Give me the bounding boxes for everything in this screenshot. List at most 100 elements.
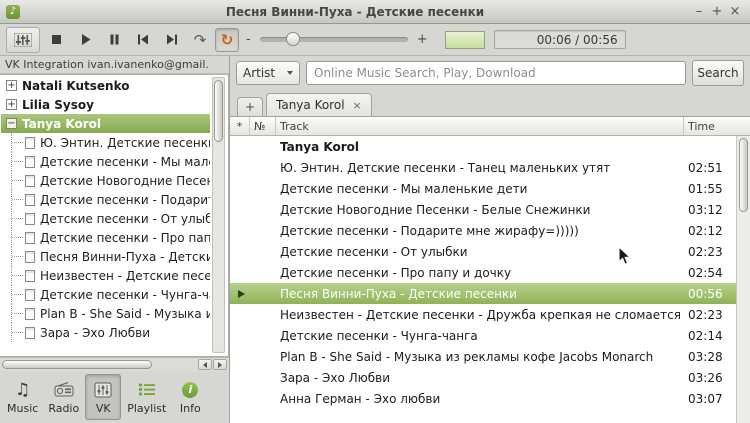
- column-header-number[interactable]: №: [250, 117, 276, 135]
- table-row[interactable]: Анна Герман - Эхо любви03:07: [230, 388, 736, 409]
- info-icon: i: [182, 382, 198, 398]
- previous-icon: [136, 33, 150, 46]
- collapse-icon[interactable]: −: [6, 118, 17, 129]
- source-button-info[interactable]: iInfo: [172, 374, 208, 420]
- track-title-cell: Детские песенки - От улыбки: [276, 245, 684, 259]
- source-button-music[interactable]: ♫Music: [3, 374, 42, 420]
- track-title-cell: Зара - Эхо Любви: [276, 371, 684, 385]
- table-row[interactable]: Детские Новогодние Песенки - Белые Снежи…: [230, 199, 736, 220]
- volume-slider[interactable]: [260, 37, 408, 42]
- tree-track-name: Детские песенки - Подарите мне жирафу=))…: [40, 193, 210, 207]
- shuffle-order-button[interactable]: ↷: [188, 28, 212, 52]
- maximize-button[interactable]: +: [708, 3, 726, 21]
- table-group-header-row[interactable]: Tanya Korol: [230, 136, 736, 157]
- source-button-vk[interactable]: VK: [85, 374, 121, 420]
- track-title-cell: Tanya Korol: [276, 140, 684, 154]
- table-vertical-scrollbar[interactable]: [736, 136, 750, 423]
- repeat-button[interactable]: ↻: [215, 28, 239, 52]
- source-switch-bar: ♫MusicRadioVK Playlist iInfo: [0, 371, 229, 423]
- search-button[interactable]: Search: [692, 60, 744, 86]
- tree-horizontal-scrollbar[interactable]: [0, 357, 229, 371]
- table-row[interactable]: Детские песенки - Подарите мне жирафу=))…: [230, 220, 736, 241]
- tree-track-name: Детские песенки - От улыбки: [40, 212, 210, 226]
- radio-icon: [54, 382, 74, 397]
- play-button[interactable]: [72, 28, 98, 52]
- tree-track-row[interactable]: Ю. Энтин. Детские песенки - Танец малень…: [1, 133, 210, 152]
- track-title-cell: Анна Герман - Эхо любви: [276, 392, 684, 406]
- volume-slider-thumb[interactable]: [286, 32, 300, 46]
- next-track-button[interactable]: [159, 28, 185, 52]
- tab-tanya-korol[interactable]: Tanya Korol ×: [266, 93, 372, 116]
- tree-branch-line: [11, 323, 25, 342]
- tree-branch-line: [11, 247, 25, 266]
- tree-track-row[interactable]: Неизвестен - Детские песенки - Дружба кр…: [1, 266, 210, 285]
- source-button-label: Playlist: [127, 402, 166, 415]
- tree-vscroll-thumb[interactable]: [214, 80, 223, 142]
- tree-track-row[interactable]: Детские Новогодние Песенки - Белые Снежи…: [1, 171, 210, 190]
- playback-progress-meter[interactable]: [445, 31, 485, 49]
- pause-button[interactable]: [101, 28, 127, 52]
- expand-icon[interactable]: +: [6, 80, 17, 91]
- table-row[interactable]: Детские песенки - Мы маленькие дети01:55: [230, 178, 736, 199]
- tree-branch-line: [11, 285, 25, 304]
- tree-branch-line: [11, 133, 25, 152]
- tree-track-row[interactable]: Песня Винни-Пуха - Детские песенки: [1, 247, 210, 266]
- now-playing-arrow-icon: [238, 290, 245, 298]
- tree-artist-row[interactable]: +Lilia Sysoy: [1, 95, 210, 114]
- play-icon: [79, 33, 92, 46]
- table-row[interactable]: Зара - Эхо Любви03:26: [230, 367, 736, 388]
- source-button-radio[interactable]: Radio: [44, 374, 83, 420]
- tree-branch-line: [11, 304, 25, 323]
- table-row[interactable]: Детские песенки - Про папу и дочку02:54: [230, 262, 736, 283]
- volume-plus-label[interactable]: +: [413, 32, 432, 47]
- tree-track-row[interactable]: Детские песенки - Подарите мне жирафу=))…: [1, 190, 210, 209]
- table-vscroll-thumb[interactable]: [739, 138, 748, 212]
- pause-icon: [108, 33, 121, 46]
- tree-track-name: Зара - Эхо Любви: [40, 326, 150, 340]
- column-header-track[interactable]: Track: [276, 117, 684, 135]
- vk-account-label[interactable]: VK Integration ivan.ivanenko@gmail.: [0, 56, 229, 74]
- column-header-time[interactable]: Time: [684, 117, 750, 135]
- tree-track-row[interactable]: Plan B - She Said - Музыка из рекламы ко…: [1, 304, 210, 323]
- search-bar: Artist Search: [230, 56, 750, 90]
- main-content: VK Integration ivan.ivanenko@gmail. +Nat…: [0, 56, 750, 423]
- tab-close-icon[interactable]: ×: [353, 99, 362, 112]
- artist-name: Tanya Korol: [22, 117, 101, 131]
- tree-track-row[interactable]: Детские песенки - От улыбки: [1, 209, 210, 228]
- track-title-cell: Plan B - She Said - Музыка из рекламы ко…: [276, 350, 684, 364]
- tree-track-row[interactable]: Детские песенки - Мы маленькие дети: [1, 152, 210, 171]
- scroll-right-button[interactable]: [213, 359, 227, 370]
- scroll-left-button[interactable]: [198, 359, 212, 370]
- new-tab-button[interactable]: +: [237, 97, 263, 116]
- table-row[interactable]: Ю. Энтин. Детские песенки - Танец малень…: [230, 157, 736, 178]
- table-row[interactable]: Неизвестен - Детские песенки - Дружба кр…: [230, 304, 736, 325]
- track-file-icon: [25, 232, 35, 244]
- expand-icon[interactable]: +: [6, 99, 17, 110]
- tree-artist-row[interactable]: +Natali Kutsenko: [1, 76, 210, 95]
- tree-track-row[interactable]: Детские песенки - Про папу и дочку: [1, 228, 210, 247]
- previous-track-button[interactable]: [130, 28, 156, 52]
- search-input[interactable]: [306, 61, 686, 85]
- next-icon: [165, 33, 179, 46]
- track-time-cell: 02:23: [684, 245, 736, 259]
- track-file-icon: [25, 194, 35, 206]
- tree-artist-row[interactable]: −Tanya Korol: [1, 114, 210, 133]
- minimize-button[interactable]: –: [690, 3, 708, 21]
- tree-track-row[interactable]: Детские песенки - Чунга-чанга: [1, 285, 210, 304]
- volume-minus-label[interactable]: -: [242, 32, 255, 47]
- tree-vertical-scrollbar[interactable]: [212, 77, 225, 353]
- track-file-icon: [25, 213, 35, 225]
- stop-button[interactable]: [43, 28, 69, 52]
- table-row[interactable]: Песня Винни-Пуха - Детские песенки00:56: [230, 283, 736, 304]
- time-display: 00:06 / 00:56: [494, 30, 626, 49]
- table-row[interactable]: Plan B - She Said - Музыка из рекламы ко…: [230, 346, 736, 367]
- close-button[interactable]: ×: [726, 3, 744, 21]
- tree-hscroll-thumb[interactable]: [2, 360, 152, 369]
- column-header-play[interactable]: *: [230, 117, 250, 135]
- table-row[interactable]: Детские песенки - От улыбки02:23: [230, 241, 736, 262]
- table-row[interactable]: Детские песенки - Чунга-чанга02:14: [230, 325, 736, 346]
- equalizer-button[interactable]: [6, 27, 40, 53]
- search-category-dropdown[interactable]: Artist: [236, 61, 300, 85]
- source-button-playlist[interactable]: Playlist: [123, 374, 170, 420]
- tree-track-row[interactable]: Зара - Эхо Любви: [1, 323, 210, 342]
